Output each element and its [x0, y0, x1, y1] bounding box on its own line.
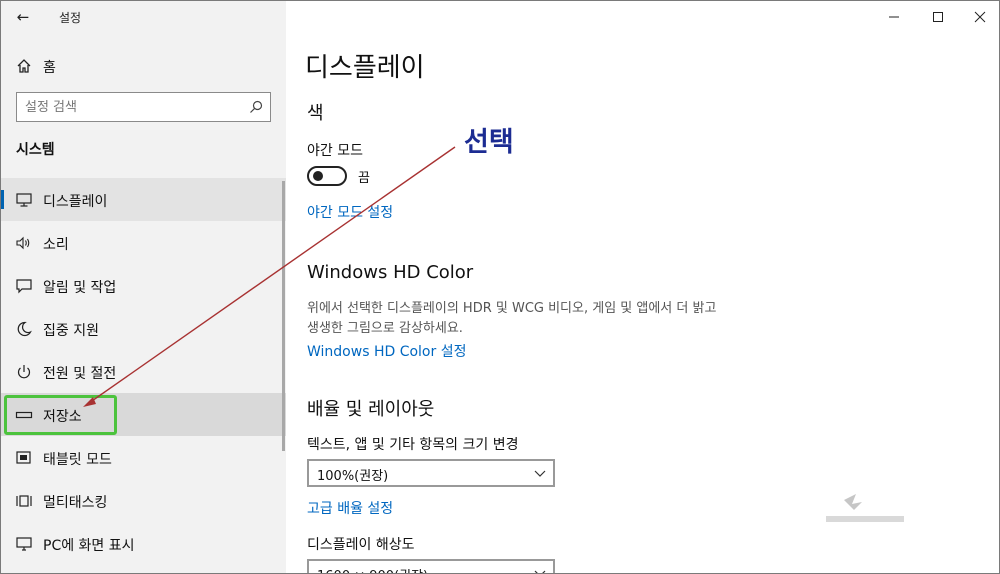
- night-mode-state: 끔: [358, 171, 370, 186]
- monitor-icon: [16, 193, 32, 207]
- toggle-knob: [313, 171, 323, 181]
- night-mode-label: 야간 모드: [307, 143, 363, 159]
- window-title: 설정: [59, 11, 82, 25]
- sidebar-nav: 디스플레이 소리 알림 및 작업 집중 지원 전원 및 절전 저장소 태블릿 모…: [1, 178, 286, 565]
- annotation-label: 선택: [464, 127, 514, 158]
- hd-color-title: Windows HD Color: [307, 262, 474, 283]
- hd-color-description: 위에서 선택한 디스플레이의 HDR 및 WCG 비디오, 게임 및 앱에서 더…: [307, 301, 717, 336]
- sidebar-item-notifications[interactable]: 알림 및 작업: [1, 264, 286, 307]
- sidebar-item-label: 집중 지원: [43, 323, 99, 339]
- sidebar-item-display[interactable]: 디스플레이: [1, 178, 286, 221]
- tablet-icon: [16, 451, 31, 464]
- night-mode-settings-link[interactable]: 야간 모드 설정: [307, 202, 393, 222]
- back-button[interactable]: ←: [11, 7, 35, 27]
- sidebar-item-multitasking[interactable]: 멀티태스킹: [1, 479, 286, 522]
- night-mode-toggle[interactable]: [307, 166, 347, 186]
- page-title: 디스플레이: [305, 53, 425, 83]
- scale-value: 100%(권장): [317, 469, 389, 484]
- minimize-icon: [889, 16, 899, 18]
- notification-icon: [16, 279, 32, 294]
- color-section-title: 색: [307, 103, 324, 124]
- sidebar-item-label: PC에 화면 표시: [43, 538, 135, 554]
- project-icon: [16, 537, 32, 551]
- content-pane: 디스플레이 색 야간 모드 끔 야간 모드 설정 Windows HD Colo…: [286, 1, 999, 573]
- scale-layout-title: 배율 및 레이아웃: [307, 399, 435, 420]
- sidebar: ← 설정 홈 시스템: [1, 1, 286, 573]
- sidebar-item-label: 알림 및 작업: [43, 280, 117, 296]
- selected-indicator: [1, 190, 4, 209]
- sidebar-item-label: 멀티태스킹: [43, 495, 108, 511]
- minimize-button[interactable]: [879, 5, 909, 29]
- scale-label: 텍스트, 앱 및 기타 항목의 크기 변경: [307, 437, 519, 453]
- search-icon[interactable]: [248, 99, 264, 115]
- chevron-down-icon: [534, 470, 546, 477]
- scale-dropdown[interactable]: 100%(권장): [307, 459, 555, 487]
- back-arrow-icon: ←: [16, 8, 30, 26]
- sidebar-item-home[interactable]: 홈: [1, 51, 286, 81]
- home-label: 홈: [43, 60, 56, 76]
- resolution-dropdown[interactable]: 1600 × 900(권장): [307, 559, 555, 573]
- advanced-scale-link[interactable]: 고급 배율 설정: [307, 498, 393, 518]
- resolution-label: 디스플레이 해상도: [307, 537, 415, 553]
- hd-color-settings-link[interactable]: Windows HD Color 설정: [307, 341, 466, 361]
- close-button[interactable]: [965, 5, 995, 29]
- search-box[interactable]: [16, 92, 271, 122]
- sidebar-item-power[interactable]: 전원 및 절전: [1, 350, 286, 393]
- maximize-button[interactable]: [923, 5, 953, 29]
- sidebar-scrollbar[interactable]: [282, 181, 285, 451]
- multitask-icon: [16, 495, 32, 507]
- close-icon: [974, 11, 986, 23]
- sidebar-item-label: 소리: [43, 237, 69, 253]
- moon-icon: [17, 321, 32, 337]
- sidebar-item-project[interactable]: PC에 화면 표시: [1, 522, 286, 565]
- sidebar-item-sound[interactable]: 소리: [1, 221, 286, 264]
- chevron-down-icon: [534, 570, 546, 573]
- sidebar-item-label: 디스플레이: [43, 194, 108, 210]
- maximize-icon: [933, 12, 943, 22]
- sidebar-section-title: 시스템: [16, 142, 55, 158]
- watermark-logo: [826, 494, 904, 522]
- sidebar-item-label: 전원 및 절전: [43, 366, 117, 382]
- home-icon: [17, 59, 31, 73]
- search-input[interactable]: [17, 93, 237, 121]
- sidebar-item-label: 태블릿 모드: [43, 452, 112, 468]
- annotation-highlight-box: [4, 395, 117, 435]
- sidebar-item-focus-assist[interactable]: 집중 지원: [1, 307, 286, 350]
- speaker-icon: [16, 236, 30, 250]
- settings-window: ← 설정 홈 시스템: [0, 0, 1000, 574]
- title-bar: ← 설정: [1, 1, 286, 33]
- resolution-value: 1600 × 900(권장): [317, 565, 428, 573]
- sidebar-item-tablet-mode[interactable]: 태블릿 모드: [1, 436, 286, 479]
- power-icon: [17, 365, 31, 379]
